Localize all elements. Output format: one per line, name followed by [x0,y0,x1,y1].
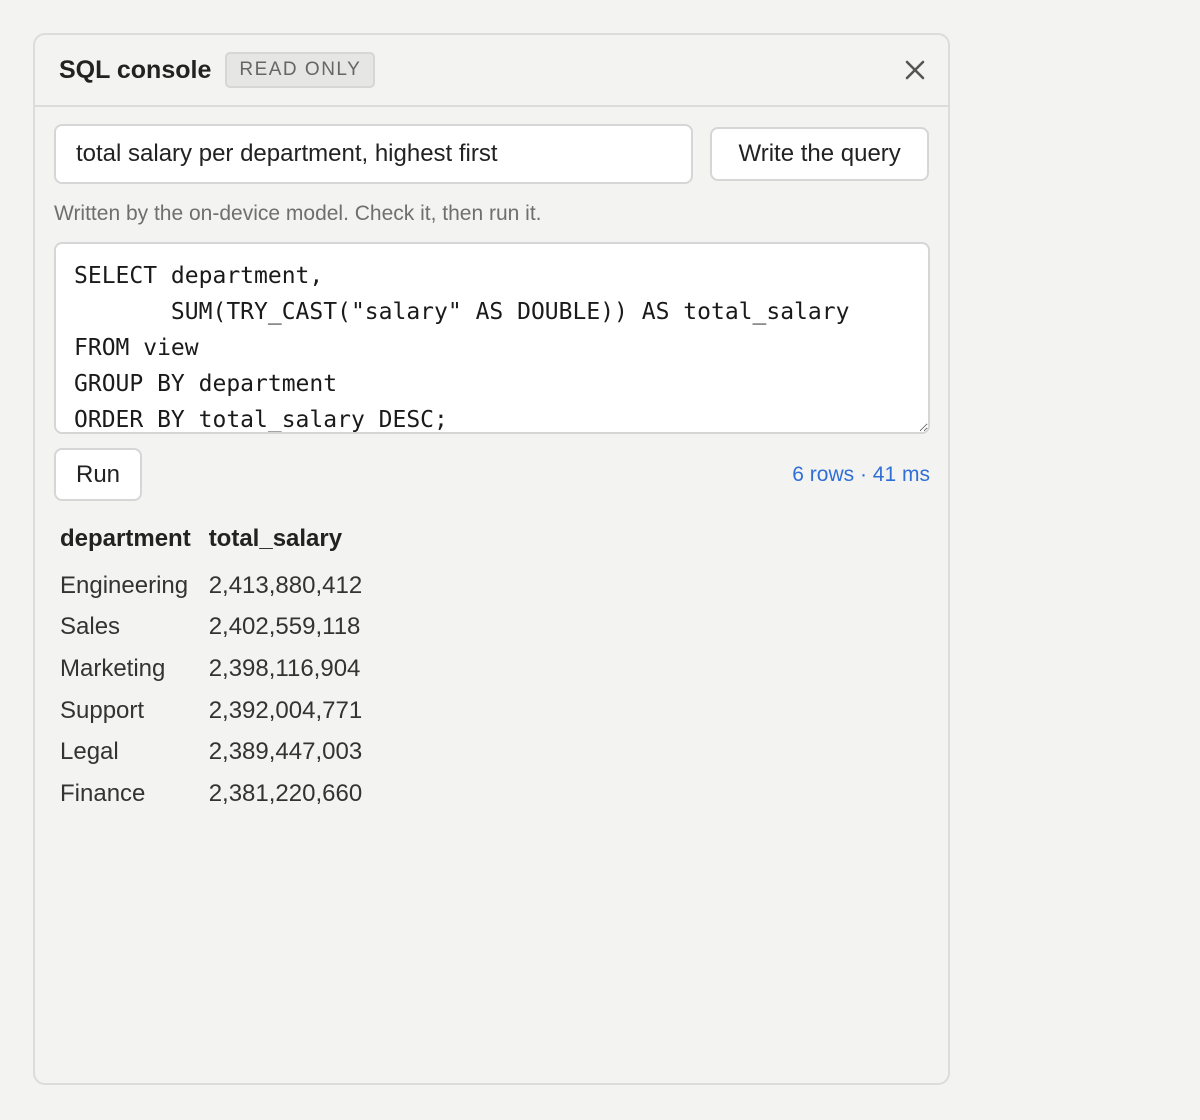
table-row: Engineering 2,413,880,412 [58,565,378,607]
sql-console-panel: SQL console READ ONLY Write the query Wr… [33,33,950,1085]
table-row: Finance 2,381,220,660 [58,773,378,815]
results-table: department total_salary Engineering 2,41… [58,523,378,815]
department-cell: Marketing [60,654,166,682]
prompt-row: Write the query [54,124,929,184]
panel-header: SQL console READ ONLY [35,35,948,107]
total-salary-cell: 2,381,220,660 [208,779,363,807]
total-salary-cell: 2,413,880,412 [208,571,363,599]
table-row: Marketing 2,398,116,904 [58,648,378,690]
prompt-input[interactable] [54,124,694,184]
column-header: total_salary [208,525,343,552]
column-header: department [60,525,191,552]
department-cell: Engineering [60,571,189,599]
close-button[interactable] [902,57,928,83]
model-hint: Written by the on-device model. Check it… [54,202,542,225]
department-cell: Sales [60,613,121,641]
table-row: Legal 2,389,447,003 [58,731,378,773]
run-button[interactable]: Run [54,448,142,501]
total-salary-cell: 2,389,447,003 [208,738,363,766]
total-salary-cell: 2,398,116,904 [208,654,361,682]
panel-title: SQL console [59,55,212,84]
sql-editor[interactable]: SELECT department, SUM(TRY_CAST("salary"… [54,242,930,434]
total-salary-cell: 2,402,559,118 [208,613,361,641]
results-header-row: department total_salary [58,523,378,565]
query-status: 6 rows · 41 ms [792,462,930,486]
table-row: Support 2,392,004,771 [58,690,378,732]
run-row: Run 6 rows · 41 ms [54,448,930,501]
read-only-badge: READ ONLY [225,52,376,88]
total-salary-cell: 2,392,004,771 [208,696,363,724]
panel-body: Write the query Written by the on-device… [35,107,948,815]
close-icon [905,60,925,80]
department-cell: Legal [60,738,119,766]
department-cell: Finance [60,779,146,807]
department-cell: Support [60,696,145,724]
table-row: Sales 2,402,559,118 [58,607,378,649]
write-query-button[interactable]: Write the query [710,127,929,181]
